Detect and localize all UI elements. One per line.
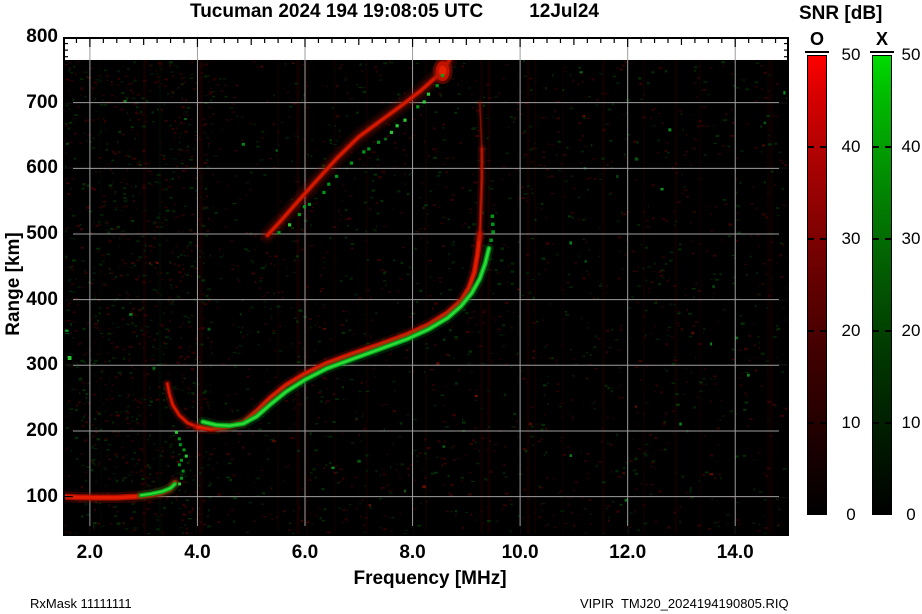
o-colorbar-tick-label: 50 (841, 45, 861, 64)
y-tick-label: 700 (26, 91, 58, 113)
x-tick-label: 2.0 (76, 542, 104, 563)
o-snr-colorbar (807, 55, 827, 515)
o-colorbar-tick-label: 40 (841, 137, 861, 156)
x-colorbar-tick-label: 50 (901, 45, 921, 64)
o-colorbar-tick-mark (820, 146, 826, 148)
x-tick-label: 14.0 (716, 542, 754, 563)
colorbar-title: SNR [dB] (799, 3, 883, 24)
x-tick-label: 8.0 (399, 542, 426, 563)
x-tick-label: 4.0 (184, 542, 211, 563)
x-colorbar-tick-label: 0 (906, 505, 916, 524)
y-tick-label: 600 (26, 157, 58, 179)
o-colorbar-tick-mark (808, 238, 814, 240)
o-colorbar-tick-mark (808, 146, 814, 148)
plot-title: Tucuman 2024 194 19:08:05 UTC 12Jul24 (190, 1, 599, 23)
y-axis-title: Range [km] (3, 232, 24, 336)
x-colorbar-tick-label: 10 (901, 413, 921, 432)
ionogram-screen: Tucuman 2024 194 19:08:05 UTC 12Jul24 SN… (0, 0, 922, 614)
x-colorbar-tick-mark (873, 422, 879, 424)
x-snr-colorbar (872, 55, 892, 515)
o-colorbar-tick-mark (820, 422, 826, 424)
x-tick-label: 10.0 (501, 542, 539, 563)
x-colorbar-tick-mark (885, 330, 891, 332)
ionogram-plot (62, 36, 790, 537)
x-colorbar-tick-mark (873, 330, 879, 332)
ionogram-svg (62, 36, 790, 537)
title-date: 12Jul24 (529, 1, 599, 22)
y-tick-label: 500 (26, 222, 58, 244)
rxmask-text: RxMask 11111111 (30, 596, 132, 611)
o-colorbar-tick-mark (808, 422, 814, 424)
x-colorbar-tick-mark (885, 146, 891, 148)
filename-text: VIPIR TMJ20_2024194190805.RIQ (580, 596, 789, 611)
y-tick-label: 400 (26, 288, 58, 310)
y-tick-label: 800 (26, 26, 58, 47)
o-colorbar-tick-label: 0 (846, 505, 856, 524)
o-colorbar-tick-label: 30 (841, 229, 861, 248)
x-colorbar-tick-label: 40 (901, 137, 921, 156)
o-colorbar-tick-label: 20 (841, 321, 861, 340)
x-colorbar-tick-mark (873, 238, 879, 240)
o-mode-label: O (809, 29, 824, 49)
x-tick-label: 12.0 (609, 542, 647, 563)
x-colorbar-tick-mark (873, 146, 879, 148)
o-colorbar-tick-mark (808, 330, 814, 332)
o-mode-underline (805, 51, 829, 53)
y-tick-label: 300 (26, 354, 58, 376)
x-axis-title: Frequency [MHz] (353, 568, 507, 589)
x-colorbar-tick-mark (885, 422, 891, 424)
o-colorbar-tick-mark (820, 330, 826, 332)
x-mode-label: X (875, 29, 888, 49)
x-colorbar-tick-label: 30 (901, 229, 921, 248)
y-tick-label: 200 (26, 419, 58, 441)
x-colorbar-tick-mark (885, 238, 891, 240)
o-colorbar-tick-mark (820, 238, 826, 240)
y-tick-label: 100 (26, 485, 58, 507)
title-station-time: Tucuman 2024 194 19:08:05 UTC (190, 1, 484, 22)
x-colorbar-tick-label: 20 (901, 321, 921, 340)
x-tick-label: 6.0 (291, 542, 319, 563)
o-colorbar-tick-label: 10 (841, 413, 861, 432)
